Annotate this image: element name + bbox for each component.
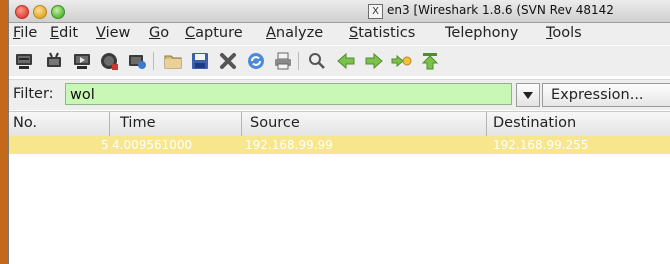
close-window-button[interactable] (15, 5, 29, 19)
restart-capture-icon[interactable] (126, 50, 148, 72)
menu-go[interactable]: Go (149, 25, 169, 41)
first-packet-icon[interactable] (419, 50, 441, 72)
reload-icon[interactable] (245, 50, 267, 72)
packet-destination-cell: 192.168.99.255 (493, 138, 589, 152)
expression-button[interactable]: Expression... (542, 83, 670, 107)
menu-edit[interactable]: Edit (50, 25, 78, 41)
packet-source-cell: 192.168.99.99 (245, 138, 333, 152)
column-divider[interactable] (486, 112, 487, 136)
save-file-icon[interactable] (189, 50, 211, 72)
main-toolbar (9, 46, 670, 76)
menu-bar: File Edit View Go Capture Analyze Statis… (9, 23, 670, 45)
toolbar-separator (153, 52, 154, 70)
menu-view-mnemonic: V (96, 25, 106, 41)
menu-statistics[interactable]: Statistics (349, 25, 415, 41)
title-bar: X en3 [Wireshark 1.8.6 (SVN Rev 48142 (9, 0, 670, 23)
wireshark-window: X en3 [Wireshark 1.8.6 (SVN Rev 48142 Fi… (8, 0, 670, 264)
minimize-window-button[interactable] (33, 5, 47, 19)
display-filter-bar: Filter: wol Expression... (9, 79, 670, 110)
column-header-no[interactable]: No. (13, 115, 37, 131)
menu-statistics-mnemonic: S (349, 25, 359, 41)
packet-time-cell: 4.009561000 (112, 138, 193, 152)
column-header-destination[interactable]: Destination (493, 115, 576, 131)
menu-capture-mnemonic: C (185, 25, 196, 41)
packet-row[interactable]: 5 4.009561000 192.168.99.99 192.168.99.2… (9, 136, 670, 154)
back-icon[interactable] (335, 50, 357, 72)
filter-label: Filter: (13, 86, 54, 102)
menu-capture[interactable]: Capture (185, 25, 243, 41)
interfaces-icon[interactable] (13, 50, 35, 72)
column-header-time[interactable]: Time (120, 115, 156, 131)
menu-file-label: ile (20, 25, 38, 41)
goto-icon[interactable] (391, 50, 413, 72)
menu-tools[interactable]: Tools (546, 25, 582, 41)
packet-no-cell: 5 (101, 138, 109, 152)
menu-edit-mnemonic: E (50, 25, 60, 41)
column-header-source[interactable]: Source (250, 115, 300, 131)
filter-dropdown-button[interactable] (516, 83, 540, 107)
print-icon[interactable] (272, 50, 294, 72)
desktop-edge (0, 0, 8, 264)
menu-analyze[interactable]: Analyze (266, 25, 323, 41)
chevron-down-icon (523, 91, 533, 99)
stop-capture-icon[interactable] (98, 50, 120, 72)
x11-icon: X (368, 4, 383, 19)
display-filter-input[interactable]: wol (65, 83, 512, 105)
menu-capture-label: apture (195, 25, 243, 41)
menu-file[interactable]: File (13, 25, 37, 41)
menu-analyze-label: nalyze (275, 25, 324, 41)
menu-telephony[interactable]: Telephony (445, 25, 518, 41)
menu-analyze-mnemonic: A (266, 25, 276, 41)
menu-view[interactable]: View (96, 25, 130, 41)
menu-go-label: o (160, 25, 170, 41)
menu-statistics-label: tatistics (358, 25, 416, 41)
menu-edit-label: dit (59, 25, 79, 41)
window-title: en3 [Wireshark 1.8.6 (SVN Rev 48142 (387, 3, 614, 17)
find-icon[interactable] (306, 50, 328, 72)
packet-list-header: No. Time Source Destination (9, 111, 670, 137)
menu-go-mnemonic: G (149, 25, 161, 41)
open-file-icon[interactable] (162, 50, 184, 72)
options-icon[interactable] (43, 50, 65, 72)
toolbar-separator (298, 52, 299, 70)
column-divider[interactable] (109, 112, 110, 136)
menu-telephony-label: Telephony (445, 25, 519, 41)
close-file-icon[interactable] (217, 50, 239, 72)
menu-tools-label: ools (552, 25, 582, 41)
menu-view-label: iew (105, 25, 131, 41)
forward-icon[interactable] (363, 50, 385, 72)
zoom-window-button[interactable] (51, 5, 65, 19)
screen: X en3 [Wireshark 1.8.6 (SVN Rev 48142 Fi… (0, 0, 670, 264)
start-capture-icon[interactable] (71, 50, 93, 72)
column-divider[interactable] (241, 112, 242, 136)
